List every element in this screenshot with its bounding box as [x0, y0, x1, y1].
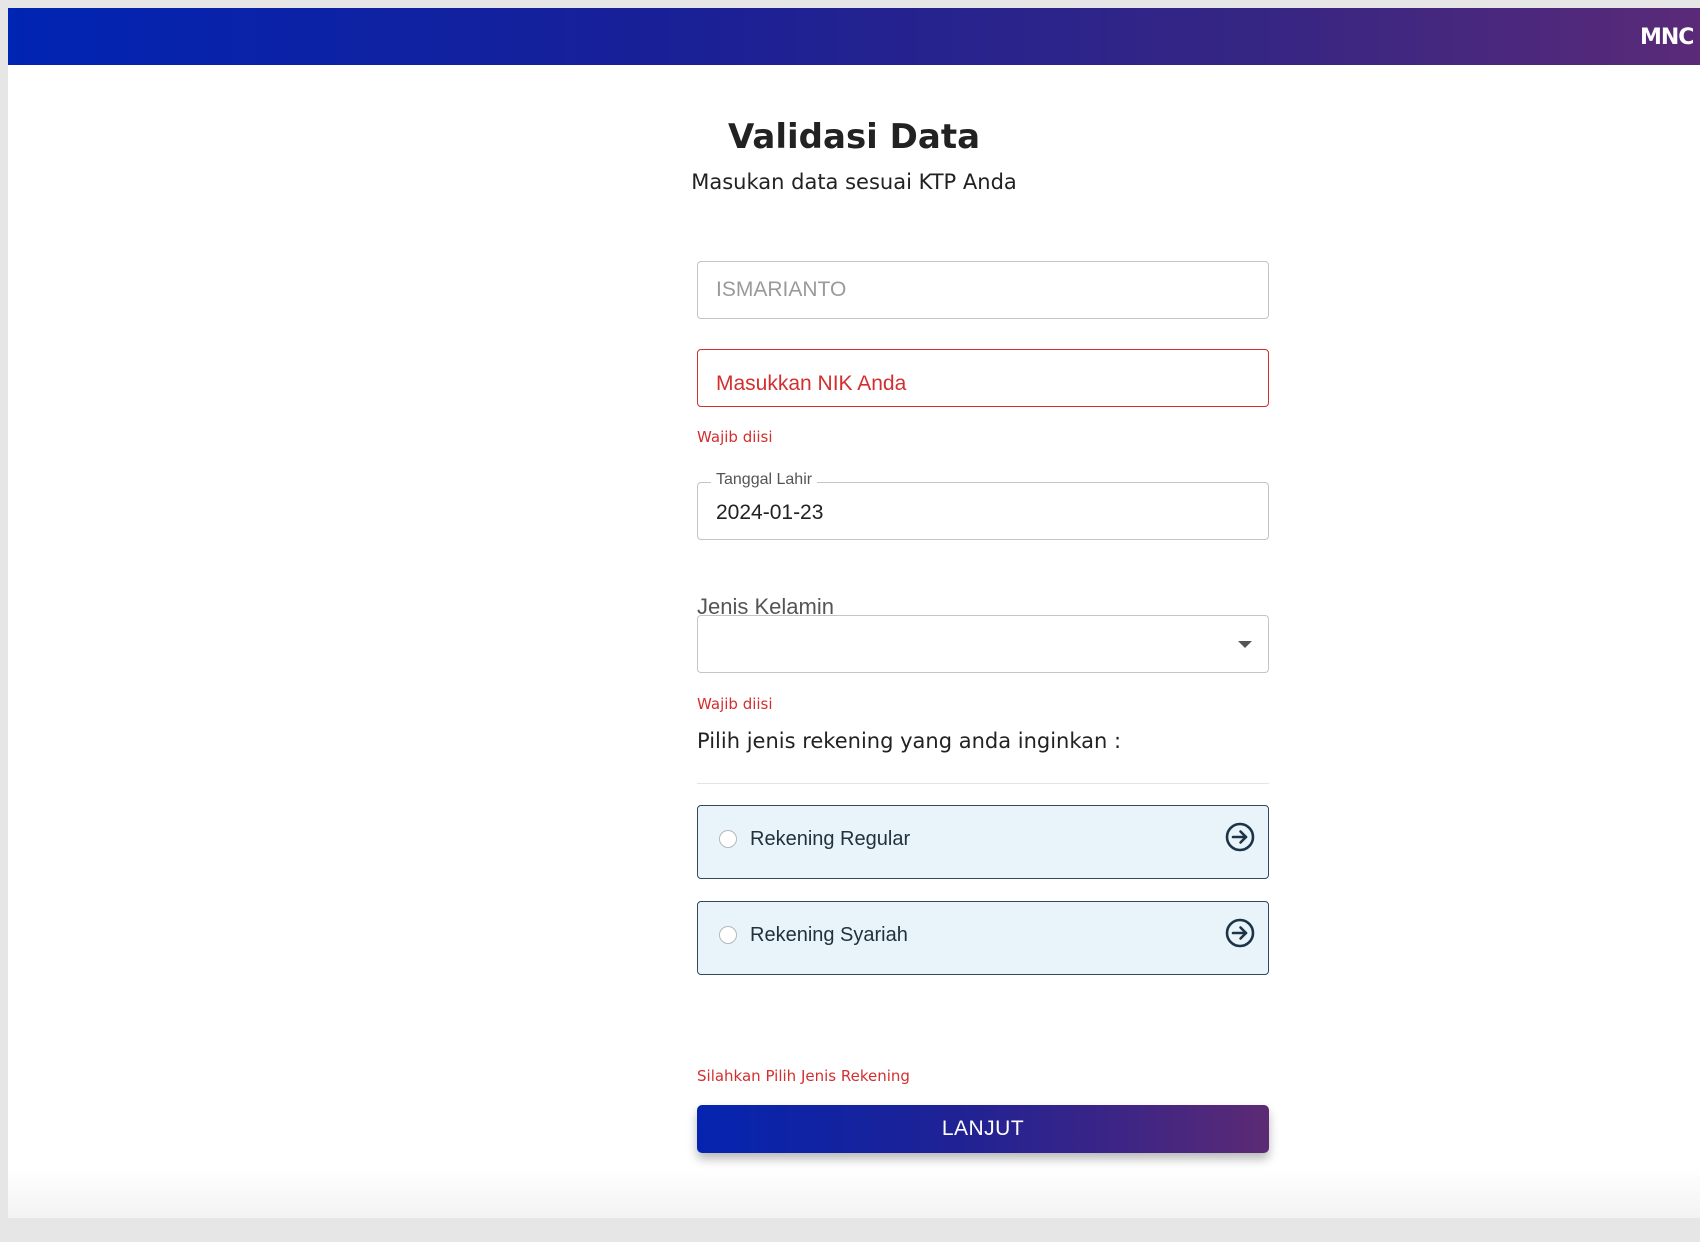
arrow-right-circle-icon[interactable]	[1224, 821, 1256, 853]
account-option-label: Rekening Syariah	[750, 924, 908, 946]
form-sheet: Validasi Data Masukan data sesuai KTP An…	[8, 65, 1700, 1218]
gender-error-text: Wajib diisi	[697, 695, 773, 713]
page-title: Validasi Data	[727, 117, 981, 157]
arrow-right-circle-icon[interactable]	[1224, 917, 1256, 949]
nik-input[interactable]	[716, 356, 1246, 412]
radio-syariah[interactable]	[719, 926, 737, 944]
nik-field[interactable]	[697, 349, 1269, 412]
birthdate-input[interactable]	[716, 485, 1246, 541]
chevron-down-icon[interactable]	[1238, 641, 1252, 648]
header-bar: MNC	[8, 8, 1700, 65]
section-divider	[697, 783, 1269, 784]
account-option-label: Rekening Regular	[750, 828, 911, 850]
birthdate-field[interactable]: Tanggal Lahir	[697, 471, 1269, 541]
account-type-prompt: Pilih jenis rekening yang anda inginkan …	[697, 729, 1122, 753]
name-field[interactable]	[697, 261, 1269, 319]
page-subtitle: Masukan data sesuai KTP Anda	[691, 170, 1017, 194]
app-frame: MNC Validasi Data Masukan data sesuai KT…	[8, 8, 1700, 1218]
gender-select[interactable]	[697, 615, 1269, 673]
nik-error-text: Wajib diisi	[697, 428, 773, 446]
account-type-error-text: Silahkan Pilih Jenis Rekening	[697, 1067, 910, 1085]
name-input[interactable]	[716, 262, 1246, 318]
lanjut-button[interactable]: LANJUT	[697, 1105, 1269, 1153]
mnc-logo: MNC	[1640, 26, 1694, 50]
account-option-regular[interactable]: Rekening Regular	[697, 805, 1269, 879]
bottom-shade	[8, 1168, 1700, 1218]
account-option-syariah[interactable]: Rekening Syariah	[697, 901, 1269, 975]
radio-regular[interactable]	[719, 830, 737, 848]
